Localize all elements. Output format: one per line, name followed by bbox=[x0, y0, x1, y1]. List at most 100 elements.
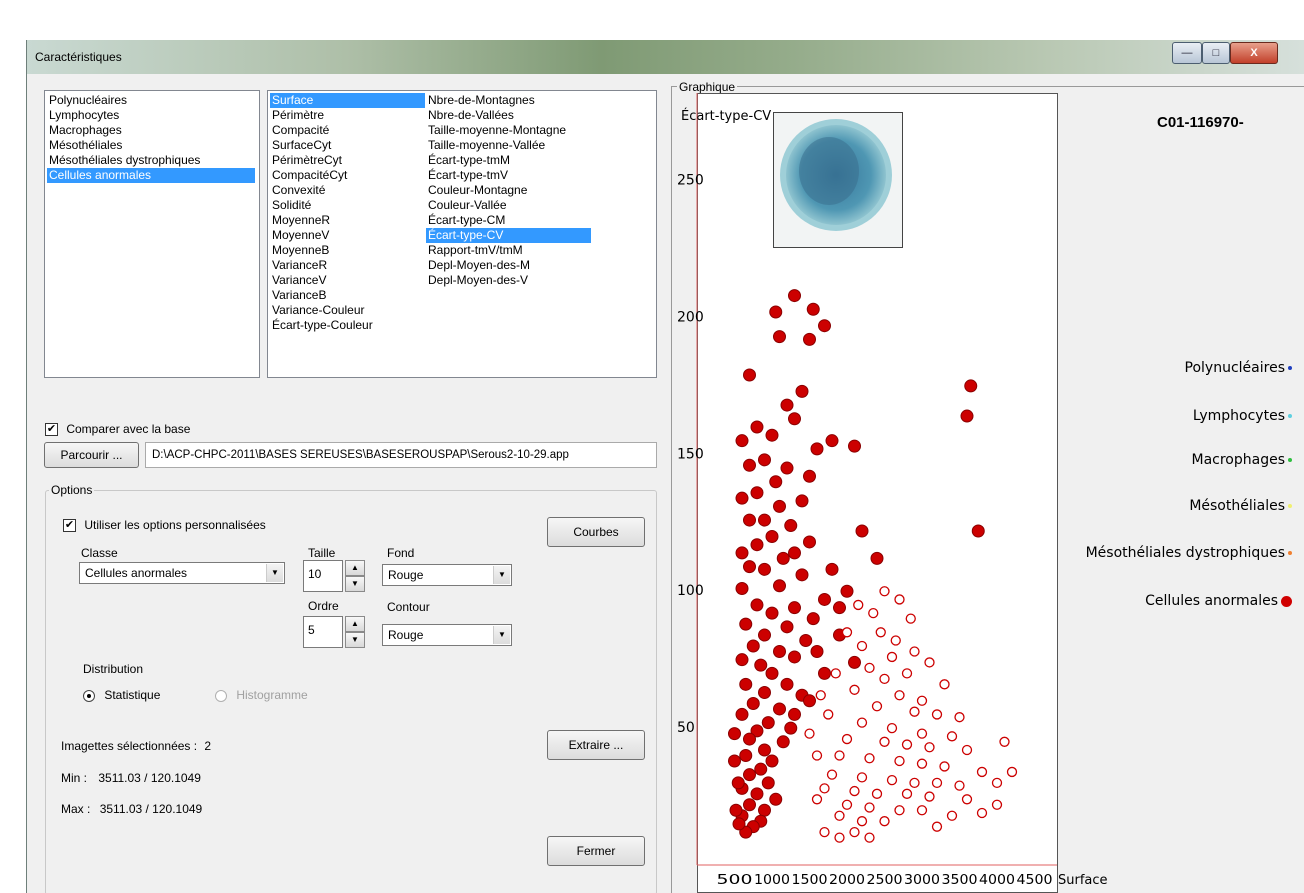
data-point-filled bbox=[754, 762, 768, 776]
data-point-hollow bbox=[939, 761, 950, 772]
data-point-hollow bbox=[830, 668, 841, 679]
data-point-filled bbox=[788, 289, 801, 303]
data-point-filled bbox=[758, 686, 771, 700]
data-point-hollow bbox=[924, 791, 935, 802]
y-tick-label: 200 bbox=[677, 309, 704, 325]
data-point-filled bbox=[964, 379, 978, 393]
data-point-hollow bbox=[924, 657, 935, 668]
data-point-filled bbox=[960, 409, 974, 423]
data-point-filled bbox=[750, 598, 764, 612]
data-point-filled bbox=[735, 653, 749, 667]
data-point-hollow bbox=[853, 599, 864, 611]
data-point-filled bbox=[776, 551, 790, 565]
data-point-hollow bbox=[879, 816, 890, 827]
data-point-filled bbox=[773, 499, 786, 513]
data-point-filled bbox=[806, 302, 820, 316]
data-point-filled bbox=[806, 612, 820, 626]
data-point-filled bbox=[784, 519, 798, 533]
caracteristiques-window: Caractéristiques — □ X Polynucléaires Lym… bbox=[26, 40, 1304, 893]
data-point-hollow bbox=[999, 736, 1010, 747]
data-point-filled bbox=[840, 584, 854, 598]
data-point-filled bbox=[810, 442, 824, 456]
legend-item: Macrophages bbox=[1191, 452, 1292, 468]
data-point-filled bbox=[765, 754, 779, 768]
data-point-hollow bbox=[894, 755, 905, 767]
data-point-filled bbox=[818, 319, 831, 333]
data-point-hollow bbox=[871, 788, 883, 799]
data-point-filled bbox=[810, 644, 824, 658]
data-point-filled bbox=[773, 702, 786, 716]
data-point-filled bbox=[750, 538, 764, 552]
legend-item: Polynucléaires bbox=[1185, 360, 1292, 376]
data-point-hollow bbox=[879, 586, 890, 597]
data-point-hollow bbox=[916, 805, 928, 816]
x-tick-label: 3500 bbox=[942, 873, 978, 888]
data-point-filled bbox=[848, 655, 861, 669]
data-point-filled bbox=[758, 562, 771, 576]
data-point-filled bbox=[746, 639, 760, 653]
data-point-filled bbox=[765, 666, 779, 680]
data-point-filled bbox=[735, 434, 749, 448]
data-point-filled bbox=[825, 434, 839, 448]
data-point-filled bbox=[761, 716, 775, 730]
data-point-filled bbox=[773, 330, 786, 344]
data-point-hollow bbox=[849, 826, 860, 838]
legend-item: Lymphocytes bbox=[1193, 408, 1292, 424]
data-point-hollow bbox=[886, 774, 898, 786]
data-point-hollow bbox=[991, 777, 1003, 789]
data-point-hollow bbox=[841, 627, 853, 638]
data-point-hollow bbox=[890, 635, 901, 646]
data-point-filled bbox=[731, 776, 745, 790]
data-point-hollow bbox=[886, 651, 898, 663]
data-point-hollow bbox=[909, 706, 920, 717]
legend-marker bbox=[1288, 504, 1292, 508]
legend-marker bbox=[1281, 595, 1292, 607]
data-point-filled bbox=[773, 644, 786, 658]
data-point-hollow bbox=[856, 816, 868, 827]
data-point-hollow bbox=[841, 799, 853, 810]
data-point-filled bbox=[743, 513, 756, 527]
data-point-hollow bbox=[894, 594, 905, 605]
data-point-filled bbox=[788, 601, 801, 615]
legend-label: Cellules anormales bbox=[1145, 593, 1278, 609]
cell-image bbox=[774, 113, 902, 247]
data-point-filled bbox=[750, 787, 764, 801]
data-point-filled bbox=[743, 798, 756, 812]
legend-label: Lymphocytes bbox=[1192, 408, 1285, 424]
data-point-hollow bbox=[954, 712, 965, 723]
data-point-hollow bbox=[834, 810, 845, 821]
data-point-filled bbox=[799, 634, 813, 648]
legend-marker bbox=[1288, 551, 1292, 555]
scatter-chart: 50 100 150 200 250 500 1000 1500 2000 2500 3000 350… bbox=[677, 93, 1108, 888]
legend-item: Mésothéliales dystrophiques bbox=[1086, 545, 1292, 561]
data-point-filled bbox=[855, 524, 869, 538]
legend-label: Macrophages bbox=[1191, 452, 1285, 468]
data-point-filled bbox=[803, 332, 816, 346]
data-point-filled bbox=[870, 551, 884, 565]
data-point-filled bbox=[735, 582, 749, 596]
data-point-filled bbox=[765, 606, 779, 620]
data-point-hollow bbox=[905, 613, 916, 624]
data-point-hollow bbox=[864, 802, 875, 813]
x-tick-label: 4500 bbox=[1017, 873, 1053, 888]
x-tick-label: 2000 bbox=[829, 873, 865, 888]
data-point-filled bbox=[732, 817, 746, 831]
y-tick-label: 150 bbox=[677, 446, 704, 462]
data-point-filled bbox=[743, 368, 756, 382]
data-point-filled bbox=[728, 754, 741, 768]
data-point-hollow bbox=[916, 728, 928, 739]
data-point-hollow bbox=[819, 783, 830, 794]
data-point-filled bbox=[750, 486, 764, 500]
legend-marker bbox=[1288, 458, 1292, 462]
data-point-filled bbox=[743, 732, 756, 746]
data-point-filled bbox=[758, 803, 771, 817]
legend-label: Mésothéliales dystrophiques bbox=[1085, 545, 1285, 561]
data-point-hollow bbox=[868, 607, 879, 619]
data-point-hollow bbox=[834, 832, 845, 843]
data-point-hollow bbox=[864, 832, 875, 843]
data-point-hollow bbox=[909, 646, 920, 657]
data-point-filled bbox=[780, 620, 794, 634]
data-point-filled bbox=[773, 579, 786, 593]
data-point-filled bbox=[803, 694, 816, 708]
data-point-filled bbox=[784, 721, 798, 735]
